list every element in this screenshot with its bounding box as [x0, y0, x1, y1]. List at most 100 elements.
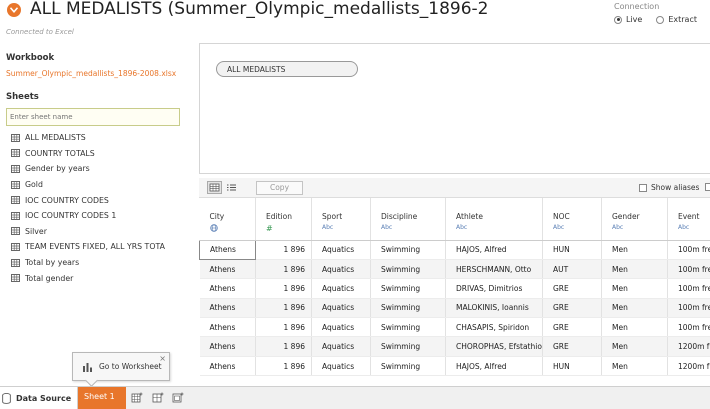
sheet-item-silver[interactable]: Silver [11, 224, 191, 240]
new-dashboard-icon[interactable] [152, 392, 164, 403]
cell-gender[interactable]: Men [601, 356, 668, 377]
go-to-worksheet-tooltip[interactable]: Go to Worksheet × [72, 352, 170, 381]
cell-gender[interactable]: Men [601, 259, 668, 280]
sheet-item-gold[interactable]: Gold [11, 177, 191, 193]
chevron-down-icon[interactable] [7, 3, 21, 17]
cell-edition[interactable]: 1 896 [255, 336, 312, 357]
column-header-sport[interactable]: Sport Abc [311, 198, 371, 241]
string-type-icon[interactable]: Abc [381, 224, 440, 231]
cell-event[interactable]: 100m free [667, 259, 710, 280]
cell-city[interactable]: Athens [199, 278, 256, 299]
join-canvas[interactable]: ALL MEDALISTS [199, 43, 710, 174]
cell-city[interactable]: Athens [199, 336, 256, 357]
string-type-icon[interactable]: Abc [553, 224, 596, 231]
cell-edition[interactable]: 1 896 [255, 317, 312, 338]
cell-city[interactable]: Athens [199, 317, 256, 338]
cell-athlete[interactable]: HERSCHMANN, Otto [445, 259, 543, 280]
cell-sport[interactable]: Aquatics [311, 240, 371, 260]
column-header-discipline[interactable]: Discipline Abc [370, 198, 446, 241]
cell-gender[interactable]: Men [601, 240, 668, 260]
sheet-item-ioc-country-codes[interactable]: IOC COUNTRY CODES [11, 192, 191, 208]
sheet-item-team-events[interactable]: TEAM EVENTS FIXED, ALL YRS TOTA [11, 239, 191, 255]
cell-athlete[interactable]: DRIVAS, Dimitrios [445, 278, 543, 299]
cell-event[interactable]: 100m free [667, 298, 710, 319]
close-icon[interactable]: × [159, 354, 166, 363]
cell-sport[interactable]: Aquatics [311, 278, 371, 299]
extra-checkbox[interactable] [705, 183, 710, 191]
cell-city[interactable]: Athens [199, 298, 256, 319]
tab-data-source[interactable]: Data Source [0, 387, 78, 409]
cell-city[interactable]: Athens [199, 259, 256, 280]
column-header-gender[interactable]: Gender Abc [601, 198, 668, 241]
cell-edition[interactable]: 1 896 [255, 356, 312, 377]
cell-event[interactable]: 100m free [667, 240, 710, 260]
cell-athlete[interactable]: CHASAPIS, Spiridon [445, 317, 543, 338]
go-to-worksheet-label[interactable]: Go to Worksheet [99, 362, 162, 371]
cell-athlete[interactable]: HAJOS, Alfred [445, 240, 543, 260]
new-story-icon[interactable] [172, 392, 184, 403]
sheet-item-ioc-country-codes-1[interactable]: IOC COUNTRY CODES 1 [11, 208, 191, 224]
cell-discipline[interactable]: Swimming [370, 240, 446, 260]
cell-discipline[interactable]: Swimming [370, 259, 446, 280]
string-type-icon[interactable]: Abc [456, 224, 537, 231]
cell-sport[interactable]: Aquatics [311, 259, 371, 280]
column-header-edition[interactable]: Edition # [255, 198, 312, 241]
sheet-item-gender-by-years[interactable]: Gender by years [11, 161, 191, 177]
cell-gender[interactable]: Men [601, 298, 668, 319]
cell-edition[interactable]: 1 896 [255, 240, 312, 260]
cell-athlete[interactable]: HAJOS, Alfred [445, 356, 543, 377]
column-header-noc[interactable]: NOC Abc [542, 198, 602, 241]
show-aliases-toggle[interactable]: Show aliases [639, 183, 699, 192]
cell-discipline[interactable]: Swimming [370, 336, 446, 357]
sheet-search-input[interactable] [6, 108, 180, 126]
cell-event[interactable]: 1200m free [667, 356, 710, 377]
cell-sport[interactable]: Aquatics [311, 336, 371, 357]
cell-edition[interactable]: 1 896 [255, 278, 312, 299]
string-type-icon[interactable]: Abc [678, 224, 710, 231]
cell-noc[interactable]: GRE [542, 317, 602, 338]
cell-noc[interactable]: GRE [542, 336, 602, 357]
cell-event[interactable]: 100m free [667, 317, 710, 338]
tab-sheet-1[interactable]: Sheet 1 [78, 387, 126, 409]
cell-noc[interactable]: HUN [542, 240, 602, 260]
cell-edition[interactable]: 1 896 [255, 259, 312, 280]
globe-icon[interactable] [209, 224, 251, 234]
sheet-item-all-medalists[interactable]: ALL MEDALISTS [11, 130, 191, 146]
cell-sport[interactable]: Aquatics [311, 356, 371, 377]
cell-edition[interactable]: 1 896 [255, 298, 312, 319]
connection-live-radio[interactable]: Live [614, 15, 642, 24]
sheet-item-total-gender[interactable]: Total gender [11, 270, 191, 286]
sheet-item-total-by-years[interactable]: Total by years [11, 255, 191, 271]
cell-event[interactable]: 100m free [667, 278, 710, 299]
cell-event[interactable]: 1200m free [667, 336, 710, 357]
cell-gender[interactable]: Men [601, 336, 668, 357]
grid-view-button[interactable] [207, 181, 222, 194]
cell-gender[interactable]: Men [601, 317, 668, 338]
cell-noc[interactable]: HUN [542, 356, 602, 377]
list-view-button[interactable] [224, 181, 239, 194]
cell-noc[interactable]: GRE [542, 278, 602, 299]
cell-gender[interactable]: Men [601, 278, 668, 299]
cell-city[interactable]: Athens [199, 356, 256, 377]
cell-sport[interactable]: Aquatics [311, 317, 371, 338]
number-type-icon[interactable]: # [266, 224, 306, 233]
workbook-file-link[interactable]: Summer_Olympic_medallists_1896-2008.xlsx [6, 69, 176, 78]
cell-athlete[interactable]: CHOROPHAS, Efstathios [445, 336, 543, 357]
connection-extract-radio[interactable]: Extract [656, 15, 697, 24]
cell-discipline[interactable]: Swimming [370, 356, 446, 377]
cell-athlete[interactable]: MALOKINIS, Ioannis [445, 298, 543, 319]
copy-button[interactable]: Copy [256, 181, 303, 195]
column-header-athlete[interactable]: Athlete Abc [445, 198, 543, 241]
cell-city[interactable]: Athens [199, 239, 256, 260]
data-source-title[interactable]: ALL MEDALISTS (Summer_Olympic_medallists… [30, 0, 489, 19]
cell-noc[interactable]: GRE [542, 298, 602, 319]
column-header-event[interactable]: Event Abc [667, 198, 710, 241]
string-type-icon[interactable]: Abc [322, 224, 365, 231]
cell-noc[interactable]: AUT [542, 259, 602, 280]
table-pill-all-medalists[interactable]: ALL MEDALISTS [216, 61, 358, 77]
cell-sport[interactable]: Aquatics [311, 298, 371, 319]
cell-discipline[interactable]: Swimming [370, 317, 446, 338]
show-aliases-checkbox[interactable] [639, 183, 647, 192]
sheet-item-country-totals[interactable]: COUNTRY TOTALS [11, 146, 191, 162]
cell-discipline[interactable]: Swimming [370, 298, 446, 319]
